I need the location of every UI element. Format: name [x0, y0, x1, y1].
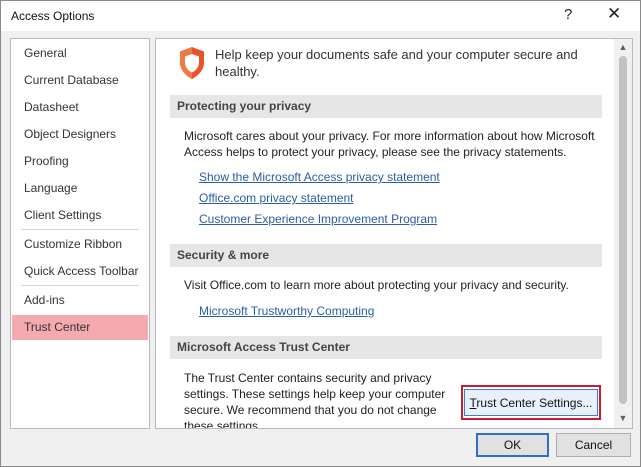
office-privacy-statement-link[interactable]: Office.com privacy statement [199, 191, 354, 205]
privacy-description: Microsoft cares about your privacy. For … [184, 129, 595, 159]
privacy-section-header: Protecting your privacy [170, 95, 602, 118]
sidebar-divider [21, 285, 139, 286]
trust-center-section-header: Microsoft Access Trust Center [170, 336, 602, 359]
sidebar-item-client-settings[interactable]: Client Settings [12, 203, 148, 228]
trust-center-settings-button[interactable]: Trust Center Settings... [464, 389, 598, 416]
close-button[interactable]: ✕ [607, 4, 621, 24]
options-sidebar: General Current Database Datasheet Objec… [10, 38, 150, 429]
title-bar: Access Options ? ✕ [1, 1, 640, 31]
sidebar-item-quick-access-toolbar[interactable]: Quick Access Toolbar [12, 259, 148, 284]
sidebar-item-datasheet[interactable]: Datasheet [12, 95, 148, 120]
security-section-header: Security & more [170, 244, 602, 267]
ceip-link[interactable]: Customer Experience Improvement Program [199, 212, 437, 226]
trustworthy-computing-link[interactable]: Microsoft Trustworthy Computing [199, 304, 374, 318]
help-button[interactable]: ? [564, 6, 572, 23]
trust-center-panel: Help keep your documents safe and your c… [155, 38, 633, 429]
cancel-button[interactable]: Cancel [556, 433, 631, 457]
trust-center-description: The Trust Center contains security and p… [184, 371, 446, 429]
sidebar-item-language[interactable]: Language [12, 176, 148, 201]
security-description: Visit Office.com to learn more about pro… [184, 278, 569, 292]
intro-text: Help keep your documents safe and your c… [215, 47, 578, 79]
sidebar-divider [21, 229, 139, 230]
chevron-down-icon[interactable]: ▼ [614, 410, 632, 426]
shield-icon [180, 47, 204, 79]
ok-button[interactable]: OK [476, 433, 549, 457]
sidebar-item-object-designers[interactable]: Object Designers [12, 122, 148, 147]
sidebar-item-general[interactable]: General [12, 41, 148, 66]
sidebar-item-proofing[interactable]: Proofing [12, 149, 148, 174]
sidebar-item-current-database[interactable]: Current Database [12, 68, 148, 93]
scrollbar-thumb[interactable] [619, 56, 627, 404]
access-privacy-statement-link[interactable]: Show the Microsoft Access privacy statem… [199, 170, 440, 184]
sidebar-item-add-ins[interactable]: Add-ins [12, 288, 148, 313]
sidebar-item-customize-ribbon[interactable]: Customize Ribbon [12, 232, 148, 257]
window-title: Access Options [11, 9, 95, 23]
trust-center-button-label: rust Center Settings... [476, 395, 593, 410]
vertical-scrollbar[interactable]: ▲ ▼ [614, 39, 632, 428]
access-options-dialog: Access Options ? ✕ General Current Datab… [0, 0, 641, 467]
chevron-up-icon[interactable]: ▲ [614, 39, 632, 55]
sidebar-item-trust-center[interactable]: Trust Center [12, 315, 148, 340]
